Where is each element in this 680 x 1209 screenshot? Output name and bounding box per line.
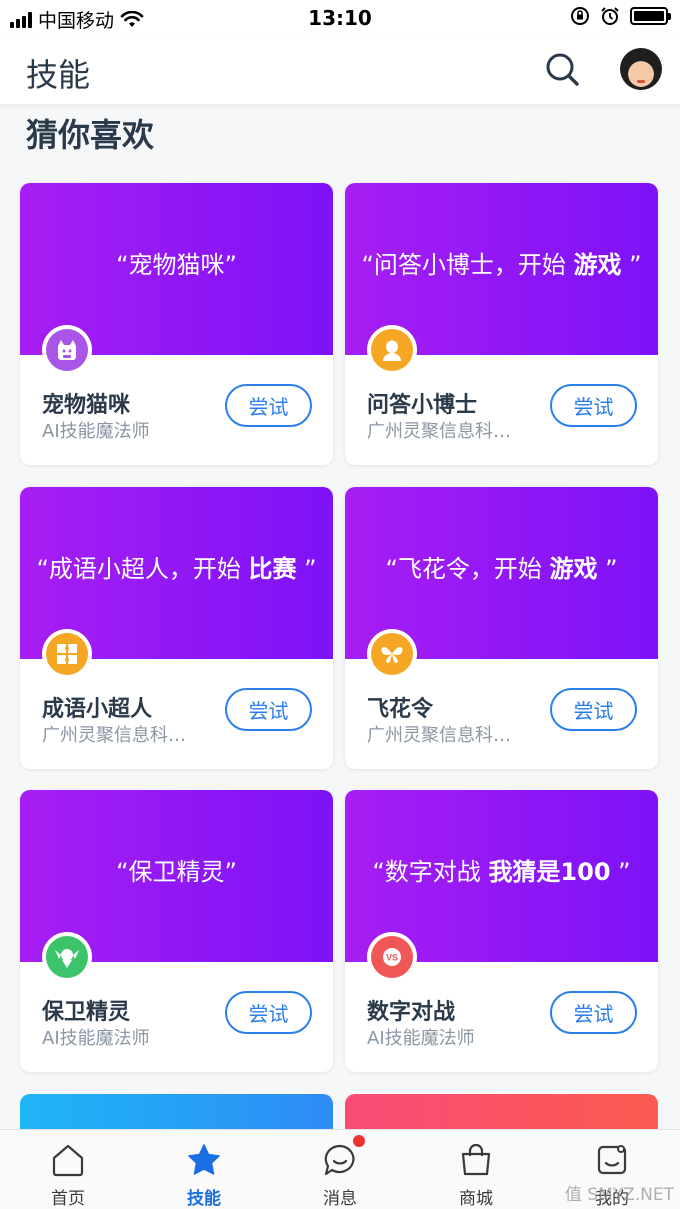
battery-icon [630, 7, 671, 25]
tab-label: 技能 [187, 1189, 221, 1209]
app-header: 技能 [0, 36, 680, 104]
skill-icon-wrap [367, 325, 417, 375]
skill-quote: “问答小博士，开始 游戏 ” [361, 250, 642, 279]
skill-developer: 广州灵聚信息科… [42, 725, 186, 746]
puzzle-icon [46, 633, 88, 675]
skill-card-quiz-doctor[interactable]: “问答小博士，开始 游戏 ” 问答小博士 广州灵聚信息科… 尝试 [345, 183, 658, 465]
status-bar: 中国移动 13:10 [0, 0, 680, 36]
section-title: 猜你喜欢 [26, 116, 155, 154]
skill-quote: “数字对战 我猜是100 ” [372, 857, 631, 886]
try-button[interactable]: 尝试 [225, 991, 312, 1034]
profile-icon [597, 1145, 627, 1175]
skill-developer: AI技能魔法师 [42, 421, 150, 442]
skill-name: 宠物猫咪 [42, 393, 131, 418]
skill-icon-wrap [367, 629, 417, 679]
skill-card-number-battle[interactable]: “数字对战 我猜是100 ” VS 数字对战 AI技能魔法师 尝试 [345, 790, 658, 1072]
skill-quote: “宠物猫咪” [116, 250, 237, 279]
try-button[interactable]: 尝试 [550, 384, 637, 427]
cat-icon [46, 329, 88, 371]
search-button[interactable] [543, 50, 583, 90]
tab-mall[interactable]: 商城 [408, 1130, 544, 1209]
svg-text:VS: VS [386, 953, 398, 963]
try-button[interactable]: 尝试 [550, 688, 637, 731]
watermark: 值 SMYZ.NET [564, 1185, 674, 1205]
star-icon [188, 1144, 220, 1175]
alarm-icon [601, 7, 619, 25]
orientation-lock-icon [571, 7, 589, 25]
skill-quote: “飞花令，开始 游戏 ” [385, 554, 618, 583]
sprite-icon [46, 936, 88, 978]
skill-name: 保卫精灵 [42, 1000, 131, 1025]
skill-card-flying-flower[interactable]: “飞花令，开始 游戏 ” 飞花令 广州灵聚信息科… 尝试 [345, 487, 658, 769]
tab-label: 首页 [51, 1189, 85, 1209]
skill-card-idiom-hero[interactable]: “成语小超人，开始 比赛 ” 成语小超人 广州灵聚信息科… 尝试 [20, 487, 333, 769]
skill-icon-wrap: VS [367, 932, 417, 982]
skill-developer: AI技能魔法师 [42, 1028, 150, 1049]
try-button[interactable]: 尝试 [550, 991, 637, 1034]
try-button[interactable]: 尝试 [225, 384, 312, 427]
skill-name: 成语小超人 [42, 697, 153, 722]
skill-quote: “保卫精灵” [116, 857, 237, 886]
home-icon [52, 1144, 84, 1177]
shopping-bag-icon [461, 1143, 491, 1176]
skill-quote: “成语小超人，开始 比赛 ” [36, 554, 317, 583]
skill-developer: 广州灵聚信息科… [367, 421, 511, 442]
status-right [570, 6, 671, 26]
tab-skills[interactable]: 技能 [136, 1130, 272, 1209]
skill-name: 问答小博士 [367, 393, 478, 418]
message-icon [324, 1144, 355, 1176]
butterfly-icon [371, 633, 413, 675]
try-button[interactable]: 尝试 [225, 688, 312, 731]
search-icon [546, 53, 579, 86]
skill-icon-wrap [42, 325, 92, 375]
versus-icon: VS [371, 936, 413, 978]
tab-label: 商城 [459, 1189, 493, 1209]
tab-messages[interactable]: 消息 [272, 1130, 408, 1209]
tab-label: 消息 [323, 1189, 357, 1209]
skill-card-pet-cat[interactable]: “宠物猫咪” 宠物猫咪 AI技能魔法师 尝试 [20, 183, 333, 465]
skill-card-guard-sprite[interactable]: “保卫精灵” 保卫精灵 AI技能魔法师 尝试 [20, 790, 333, 1072]
tab-home[interactable]: 首页 [0, 1130, 136, 1209]
notification-badge [353, 1135, 365, 1147]
skill-developer: 广州灵聚信息科… [367, 725, 511, 746]
skill-name: 数字对战 [367, 1000, 456, 1025]
page-title: 技能 [26, 56, 91, 94]
avatar[interactable] [620, 48, 662, 90]
skill-icon-wrap [42, 629, 92, 679]
skill-icon-wrap [42, 932, 92, 982]
skill-name: 飞花令 [367, 697, 434, 722]
skill-developer: AI技能魔法师 [367, 1028, 475, 1049]
doctor-icon [371, 329, 413, 371]
